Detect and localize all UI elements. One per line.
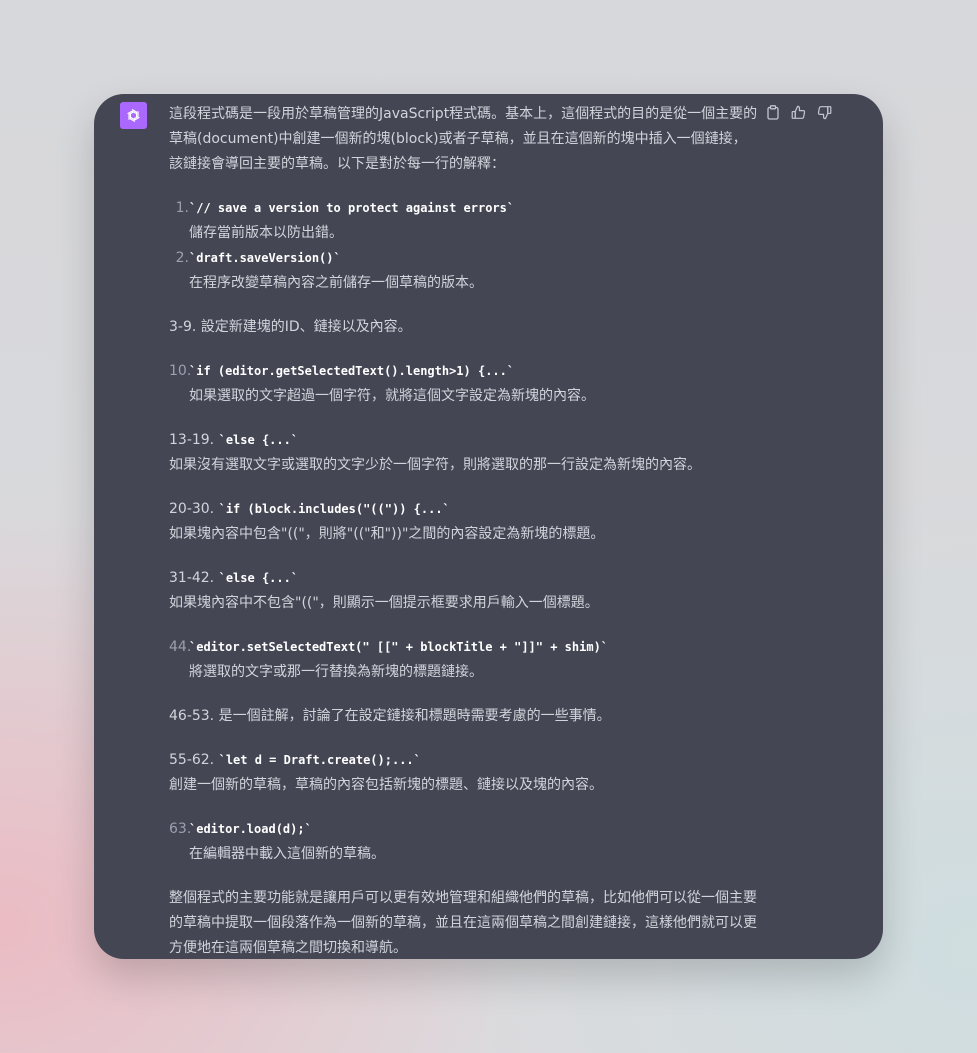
item-description: 將選取的文字或那一行替換為新塊的標題鏈接。 — [189, 664, 483, 680]
item-description: 如果塊內容中包含"(("，則將"(("和"))"之間的內容設定為新塊的標題。 — [169, 526, 605, 542]
thumbs-up-icon — [791, 105, 806, 119]
intro-paragraph: 這段程式碼是一段用於草稿管理的JavaScript程式碼。基本上，這個程式的目的… — [169, 106, 758, 172]
line-range-paragraph: 3-9. 設定新建塊的ID、鏈接以及內容。 — [169, 319, 412, 335]
list-number: 63. — [169, 821, 192, 837]
thumbs-down-icon — [817, 106, 832, 120]
line-range-label: 20-30. — [169, 501, 215, 517]
code-snippet: `draft.saveVersion()` — [189, 251, 341, 265]
line-range-block: 31-42. `else {...` 如果塊內容中不包含"(("，則顯示一個提示… — [169, 566, 759, 616]
code-snippet: `editor.load(d);` — [189, 822, 312, 836]
line-range-label: 55-62. — [169, 752, 215, 768]
line-range-block: 13-19. `else {...` 如果沒有選取文字或選取的文字少於一個字符，… — [169, 428, 759, 478]
line-range-block: 20-30. `if (block.includes("((")) {...` … — [169, 497, 759, 547]
dislike-button[interactable] — [816, 104, 833, 121]
code-snippet: `// save a version to protect against er… — [189, 201, 515, 215]
list-number: 1. — [175, 200, 189, 216]
code-snippet: `else {...` — [218, 571, 299, 585]
line-range-label: 31-42. — [169, 570, 215, 586]
list-item: 10. `if (editor.getSelectedText().length… — [169, 359, 759, 409]
summary-paragraph: 整個程式的主要功能就是讓用戶可以更有效地管理和組織他們的草稿，比如他們可以從一個… — [169, 890, 757, 956]
code-snippet: `else {...` — [218, 433, 299, 447]
item-description: 儲存當前版本以防出錯。 — [189, 225, 343, 241]
copy-button[interactable] — [764, 104, 781, 121]
chat-message-card: 這段程式碼是一段用於草稿管理的JavaScript程式碼。基本上，這個程式的目的… — [94, 94, 883, 959]
like-button[interactable] — [790, 104, 807, 121]
openai-logo-icon — [120, 102, 147, 129]
code-snippet: `editor.setSelectedText(" [[" + blockTit… — [189, 640, 609, 654]
code-snippet: `if (editor.getSelectedText().length>1) … — [189, 364, 515, 378]
assistant-message: 這段程式碼是一段用於草稿管理的JavaScript程式碼。基本上，這個程式的目的… — [169, 102, 759, 959]
line-range-paragraph: 46-53. 是一個註解，討論了在設定鏈接和標題時需要考慮的一些事情。 — [169, 708, 611, 724]
list-number: 10. — [169, 363, 192, 379]
list-item: 2. `draft.saveVersion()` 在程序改變草稿內容之前儲存一個… — [169, 246, 759, 296]
item-description: 如果沒有選取文字或選取的文字少於一個字符，則將選取的那一行設定為新塊的內容。 — [169, 457, 701, 473]
line-range-block: 55-62. `let d = Draft.create();...` 創建一個… — [169, 748, 759, 798]
item-description: 在編輯器中載入這個新的草稿。 — [189, 846, 385, 862]
list-number: 44. — [169, 639, 192, 655]
item-description: 在程序改變草稿內容之前儲存一個草稿的版本。 — [189, 275, 483, 291]
code-snippet: `let d = Draft.create();...` — [218, 753, 421, 767]
clipboard-icon — [766, 105, 779, 120]
item-description: 創建一個新的草稿，草稿的內容包括新塊的標題、鏈接以及塊的內容。 — [169, 777, 603, 793]
list-number: 2. — [175, 250, 189, 266]
item-description: 如果選取的文字超過一個字符，就將這個文字設定為新塊的內容。 — [189, 388, 595, 404]
line-range-label: 13-19. — [169, 432, 215, 448]
list-item: 1. `// save a version to protect against… — [169, 196, 759, 246]
list-item: 44. `editor.setSelectedText(" [[" + bloc… — [169, 635, 759, 685]
message-actions — [764, 104, 833, 121]
item-description: 如果塊內容中不包含"(("，則顯示一個提示框要求用戶輸入一個標題。 — [169, 595, 599, 611]
list-item: 63. `editor.load(d);` 在編輯器中載入這個新的草稿。 — [169, 817, 759, 867]
code-snippet: `if (block.includes("((")) {...` — [218, 502, 450, 516]
